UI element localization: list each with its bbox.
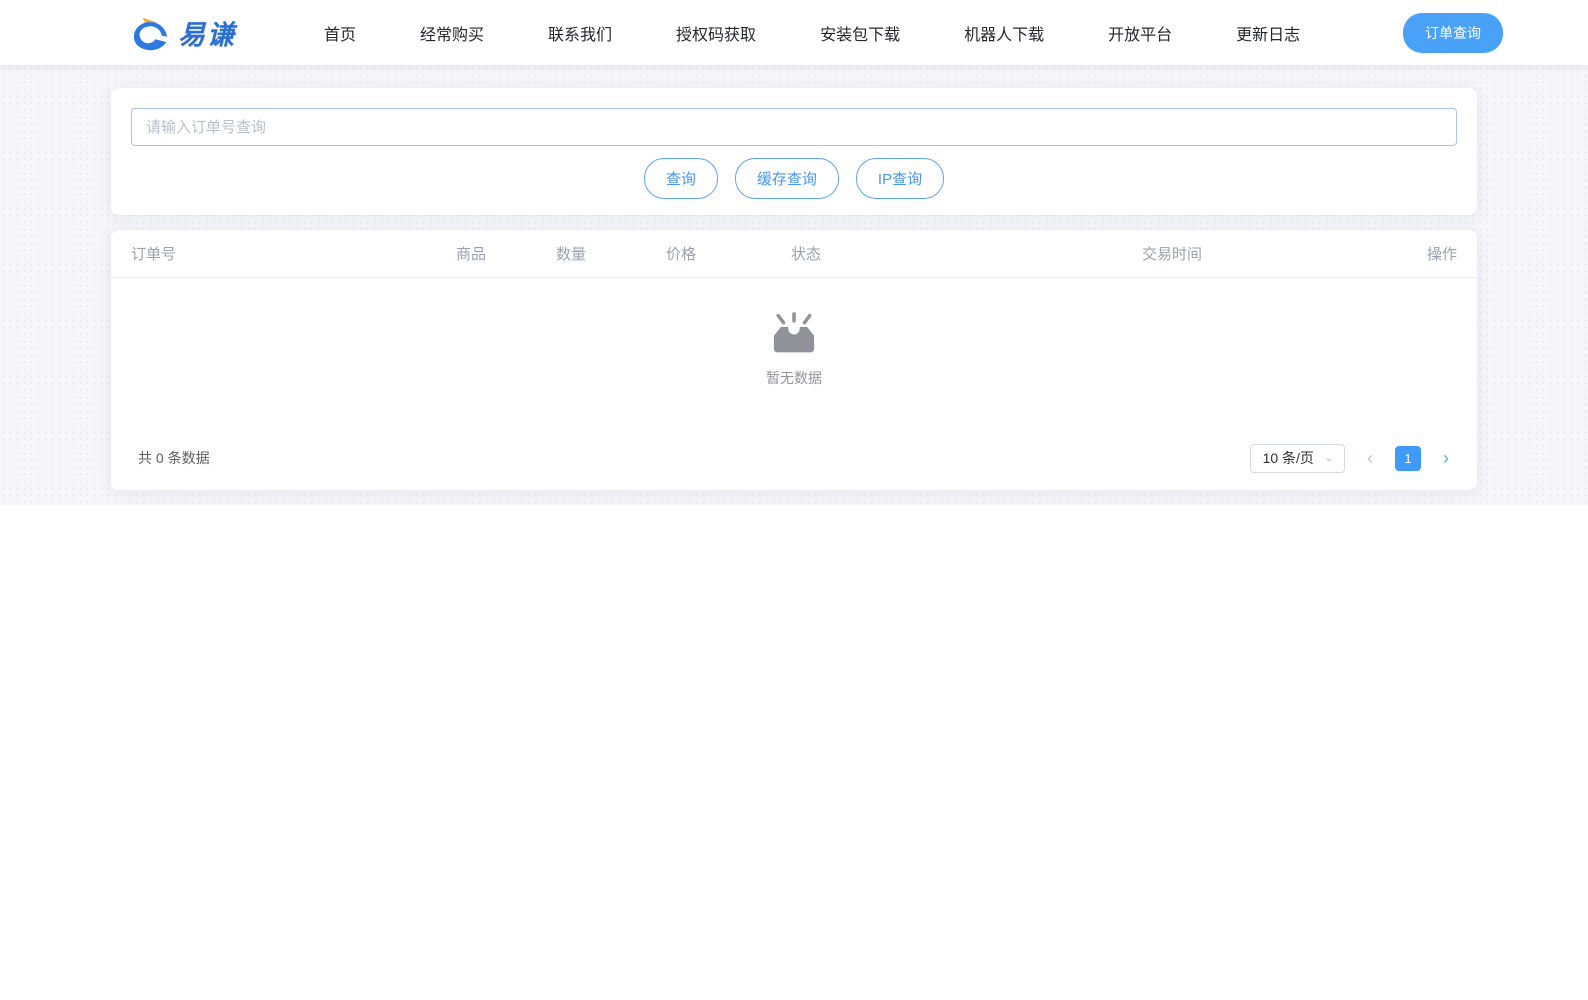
prev-page-button[interactable]: ‹ <box>1365 449 1375 467</box>
order-number-input[interactable] <box>131 108 1457 146</box>
top-header: 易谦 首页 经常购买 联系我们 授权码获取 安装包下载 机器人下载 开放平台 更新日志 订单查… <box>0 0 1588 65</box>
table-column-header: 操作 <box>1426 246 1457 263</box>
table-column-header: 状态 <box>791 246 822 263</box>
brand-logo[interactable]: 易谦 <box>128 13 236 52</box>
next-page-button[interactable]: › <box>1441 449 1451 467</box>
table-column-header: 订单号 <box>131 246 177 263</box>
nav-item[interactable]: 开放平台 <box>1108 21 1172 45</box>
total-count-text: 共 0 条数据 <box>138 450 210 466</box>
nav-item[interactable]: 联系我们 <box>548 21 612 45</box>
nav-item[interactable]: 更新日志 <box>1236 21 1300 45</box>
query-button[interactable]: 缓存查询 <box>734 158 839 199</box>
table-column-header: 数量 <box>556 246 587 263</box>
orders-table-card: 订单号 商品 数量 价格 状态 交易时间 操作 暂无数据 共 0 条数据 10 … <box>111 230 1477 490</box>
empty-state: 暂无数据 <box>111 278 1477 426</box>
table-footer: 共 0 条数据 10 条/页 ⌄ ‹ 1 › <box>111 426 1477 490</box>
pagination: 10 条/页 ⌄ ‹ 1 › <box>1249 443 1451 473</box>
nav-item[interactable]: 首页 <box>324 21 356 45</box>
chevron-down-icon: ⌄ <box>1323 452 1334 464</box>
order-query-button[interactable]: 订单查询 <box>1403 12 1503 53</box>
table-column-header: 价格 <box>666 246 697 263</box>
table-column-header: 商品 <box>456 246 487 263</box>
content-band: 查询缓存查询 IP查询 订单号 商品 数量 价格 状态 交易时间 操作 <box>0 65 1588 505</box>
brand-name: 易谦 <box>178 20 236 50</box>
page-size-select[interactable]: 10 条/页 ⌄ <box>1249 443 1345 473</box>
empty-text: 暂无数据 <box>766 370 822 386</box>
page-number-button[interactable]: 1 <box>1395 445 1421 471</box>
main-nav: 首页 经常购买 联系我们 授权码获取 安装包下载 机器人下载 开放平台 更新日志 <box>324 21 1403 45</box>
nav-item[interactable]: 机器人下载 <box>964 21 1044 45</box>
logo-swoosh-icon <box>128 15 172 51</box>
query-button[interactable]: IP查询 <box>855 158 945 199</box>
table-header-row: 订单号 商品 数量 价格 状态 交易时间 操作 <box>111 230 1477 278</box>
nav-item[interactable]: 授权码获取 <box>676 21 756 45</box>
nav-item[interactable]: 安装包下载 <box>820 21 900 45</box>
search-buttons: 查询 缓存查询 IP查询 <box>131 158 1457 199</box>
table-column-header: 交易时间 <box>1142 246 1203 263</box>
page-size-value: 10 条/页 <box>1262 450 1314 466</box>
nav-item[interactable]: 经常购买 <box>420 21 484 45</box>
empty-inbox-icon <box>766 310 822 358</box>
query-button[interactable]: 查询 <box>643 158 718 199</box>
search-card: 查询缓存查询 IP查询 <box>111 88 1477 215</box>
